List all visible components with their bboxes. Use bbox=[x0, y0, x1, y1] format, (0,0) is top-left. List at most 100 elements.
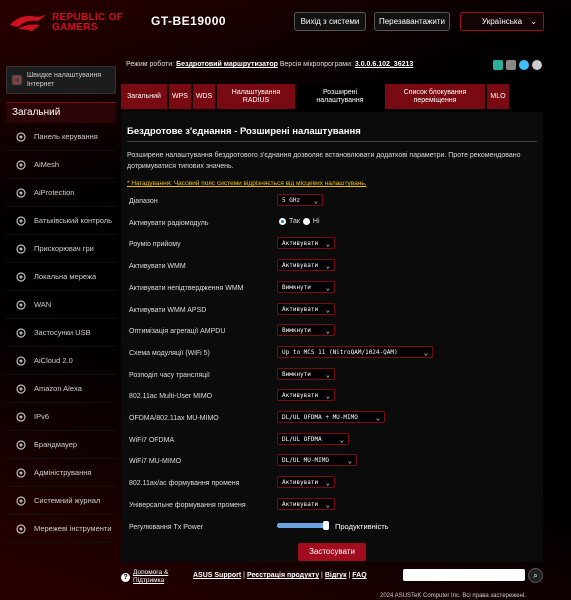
setting-row: Активувати WMM Активувати ⌄ bbox=[127, 257, 537, 277]
quick-internet-setup[interactable]: Швидке налаштування Інтернет bbox=[6, 66, 116, 94]
tab[interactable]: WDS bbox=[193, 84, 215, 109]
setting-label: 802.11ax/ac формування променя bbox=[129, 480, 240, 488]
setting-row: Регулювання Tx Power Продуктивність bbox=[127, 518, 537, 538]
slider-thumb[interactable] bbox=[323, 520, 329, 530]
sidebar-item[interactable]: Застосунки USB bbox=[6, 319, 116, 347]
usb-status-icon[interactable] bbox=[506, 60, 516, 70]
sidebar-item[interactable]: Адміністрування bbox=[6, 459, 116, 487]
sidebar-item[interactable]: AiCloud 2.0 bbox=[6, 347, 116, 375]
logout-button[interactable]: Вихід з системи bbox=[294, 12, 366, 31]
select-value: Вимкнути bbox=[282, 327, 311, 335]
sidebar-item[interactable]: Мережеві інструменти bbox=[6, 515, 116, 543]
mode-link[interactable]: Бездротовий маршрутизатор bbox=[176, 61, 278, 68]
setting-select[interactable]: DL/UL OFDMA + MU-MIMO ⌄ bbox=[277, 411, 385, 423]
setting-select[interactable]: Активувати ⌄ bbox=[277, 302, 335, 315]
sidebar-item-label: Адміністрування bbox=[34, 468, 92, 477]
sidebar-item[interactable]: AiProtection bbox=[6, 179, 116, 207]
language-value: Українська bbox=[481, 17, 523, 26]
select-value: Активувати bbox=[282, 479, 319, 487]
feedback-link[interactable]: Відгук bbox=[325, 572, 347, 579]
help-link-1[interactable]: Допомога & bbox=[133, 569, 168, 576]
select-value: Вимкнути bbox=[282, 370, 311, 378]
setting-label: Роуміо прийому bbox=[129, 241, 181, 249]
setting-select[interactable]: DL/UL MU-MIMO ⌄ bbox=[277, 454, 357, 467]
setting-select[interactable]: Вимкнути ⌄ bbox=[277, 324, 335, 337]
setting-row: 802.11ax/ac формування променя Активувати… bbox=[127, 474, 537, 494]
setting-row: Універсальне формування променя Активуват… bbox=[127, 496, 537, 516]
sidebar-item[interactable]: Системний журнал bbox=[6, 487, 116, 515]
setting-row: Схема модуляції (WiFi 5) Up to MCS 11 (Ni… bbox=[127, 344, 537, 364]
search-icon[interactable]: ⌕ bbox=[528, 568, 543, 583]
sidebar-item[interactable]: IPv6 bbox=[6, 403, 116, 431]
setting-select[interactable]: Up to MCS 11 (NitroQAM/1024-QAM) ⌄ bbox=[277, 345, 433, 358]
parental-icon bbox=[16, 215, 26, 226]
radio-no[interactable] bbox=[302, 217, 310, 225]
setting-label: Активувати WMM bbox=[129, 263, 186, 271]
select-value: Активувати bbox=[282, 500, 319, 508]
setting-select[interactable]: Активувати ⌄ bbox=[277, 389, 335, 402]
tab[interactable]: WPS bbox=[169, 84, 191, 109]
search-input[interactable] bbox=[403, 569, 525, 581]
sidebar-item[interactable]: Amazon Alexa bbox=[6, 375, 116, 403]
copyright: 2024 ASUSTeK Computer Inc. Всі права зас… bbox=[380, 593, 526, 599]
rog-logo[interactable]: REPUBLIC OF GAMERS bbox=[8, 8, 148, 38]
sidebar-item[interactable]: Локальна мережа bbox=[6, 263, 116, 291]
help-link-2[interactable]: Підтримка bbox=[133, 577, 164, 584]
tab[interactable]: MLO bbox=[487, 84, 509, 109]
setting-select[interactable]: Активувати ⌄ bbox=[277, 476, 335, 489]
tab[interactable]: Розширені налаштування bbox=[297, 84, 383, 109]
sidebar-item-label: Прискорювач гри bbox=[34, 244, 94, 253]
select-value: Вимкнути bbox=[282, 283, 311, 291]
tab[interactable]: Список блокування переміщення bbox=[385, 84, 485, 109]
radio-yes[interactable] bbox=[279, 217, 286, 225]
sidebar-item[interactable]: Брандмауер bbox=[6, 431, 116, 459]
product-registration-link[interactable]: Реєстрація продукту bbox=[247, 572, 319, 579]
setting-label: Діапазон bbox=[129, 198, 158, 205]
shield-icon bbox=[16, 187, 26, 198]
setting-select[interactable]: Активувати ⌄ bbox=[277, 259, 335, 272]
sidebar-item-label: Локальна мережа bbox=[34, 272, 97, 281]
setting-select[interactable]: Вимкнути ⌄ bbox=[277, 280, 335, 293]
sidebar-section-general: Загальний bbox=[6, 102, 116, 123]
gear-icon[interactable] bbox=[532, 60, 542, 70]
chevron-down-icon: ⌄ bbox=[375, 414, 380, 422]
network-status-icon[interactable] bbox=[493, 60, 503, 70]
setting-select[interactable]: DL/UL OFDMA ⌄ bbox=[277, 432, 349, 445]
sidebar-item[interactable]: Батьківський контроль bbox=[6, 207, 116, 235]
chevron-down-icon: ⌄ bbox=[423, 348, 428, 357]
help-support[interactable]: ? Допомога & Підтримка bbox=[121, 569, 168, 585]
chevron-down-icon: ⌄ bbox=[347, 457, 352, 466]
asus-support-link[interactable]: ASUS Support bbox=[193, 572, 241, 579]
sidebar-item[interactable]: Прискорювач гри bbox=[6, 235, 116, 263]
setting-select[interactable]: 5 GHz ⌄ bbox=[277, 194, 323, 206]
sidebar-item[interactable]: WAN bbox=[6, 291, 116, 319]
sidebar-item[interactable]: Панель керування bbox=[6, 123, 116, 151]
sidebar-item-label: Застосунки USB bbox=[34, 328, 91, 337]
sidebar-item[interactable]: AiMesh bbox=[6, 151, 116, 179]
tab[interactable]: Налаштування RADIUS bbox=[217, 84, 295, 109]
setting-select[interactable]: Активувати ⌄ bbox=[277, 237, 335, 250]
quick-setup-label: Швидке налаштування Інтернет bbox=[26, 72, 102, 88]
tx-power-slider[interactable] bbox=[277, 520, 329, 530]
language-select[interactable]: Українська ⌄ bbox=[460, 12, 544, 31]
setting-row: Розподіл часу трансляції Вимкнути ⌄ bbox=[127, 366, 537, 386]
firmware-link[interactable]: 3.0.0.6.102_36213 bbox=[355, 61, 413, 68]
sidebar-item-label: Батьківський контроль bbox=[34, 216, 113, 225]
chevron-down-icon: ⌄ bbox=[325, 305, 330, 314]
faq-link[interactable]: FAQ bbox=[352, 572, 366, 579]
page-title: Бездротове з'єднання - Розширені налашту… bbox=[127, 126, 361, 137]
model-name: GT-BE19000 bbox=[151, 14, 227, 28]
tab[interactable]: Загальний bbox=[121, 84, 167, 109]
setting-row: Активувати WMM APSD Активувати ⌄ bbox=[127, 301, 537, 321]
wifi-status-icon[interactable] bbox=[519, 60, 529, 70]
reboot-button[interactable]: Перезавантажити bbox=[374, 12, 450, 31]
timezone-note-link[interactable]: * Нагадування: Часовий пояс системи відр… bbox=[127, 180, 367, 187]
tools-icon bbox=[16, 523, 26, 534]
setting-select[interactable]: Активувати ⌄ bbox=[277, 497, 335, 510]
setting-select[interactable]: Вимкнути ⌄ bbox=[277, 367, 335, 380]
question-icon: ? bbox=[121, 572, 130, 582]
mode-label: Режим роботи: bbox=[126, 61, 175, 68]
setting-row: WiFi7 MU-MIMO DL/UL MU-MIMO ⌄ bbox=[127, 452, 537, 472]
setting-row: Діапазон 5 GHz ⌄ bbox=[127, 192, 537, 212]
apply-button[interactable]: Застосувати bbox=[298, 543, 366, 561]
